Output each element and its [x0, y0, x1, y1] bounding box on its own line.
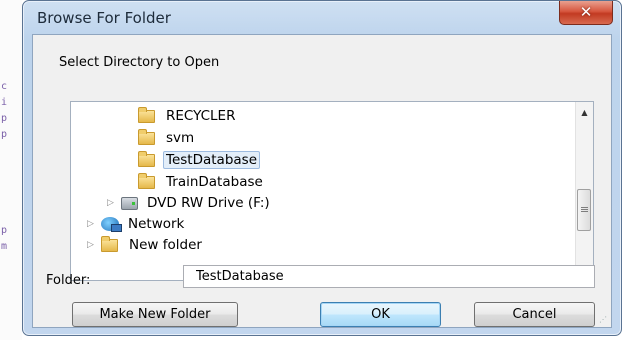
tree-item-label: New folder	[129, 237, 202, 253]
network-icon	[101, 217, 122, 232]
code-fragment: c	[1, 81, 8, 92]
folder-path-input[interactable]	[183, 265, 595, 288]
code-fragment: p	[1, 129, 8, 140]
dialog-client-area: Select Directory to Open RECYCLER svm Te…	[32, 34, 612, 328]
background-code-editor-strip: c i p p p m	[0, 0, 22, 340]
tree-item-testdatabase[interactable]: TestDatabase	[138, 150, 260, 170]
code-fragment: p	[1, 113, 8, 124]
tree-item-label: svm	[166, 130, 195, 146]
tree-item-label: TrainDatabase	[166, 174, 263, 190]
expand-arrow-icon[interactable]: ▷	[87, 240, 99, 250]
expand-arrow-icon[interactable]: ▷	[87, 219, 99, 229]
make-new-folder-button[interactable]: Make New Folder	[72, 302, 238, 327]
dialog-title: Browse For Folder	[37, 9, 171, 27]
tree-item-new-folder[interactable]: ▷ New folder	[87, 235, 205, 255]
folder-icon	[138, 106, 155, 123]
browse-for-folder-dialog: Browse For Folder ✕ Select Directory to …	[22, 0, 622, 336]
expand-arrow-icon[interactable]: ▷	[107, 198, 119, 208]
code-fragment: i	[1, 97, 8, 108]
folder-icon	[138, 128, 155, 145]
tree-item-label: Network	[128, 216, 185, 232]
scroll-up-arrow-icon[interactable]: ▲	[576, 104, 593, 121]
ok-button[interactable]: OK	[320, 302, 441, 327]
code-fragment: p	[1, 225, 8, 236]
scrollbar-grip-icon	[581, 207, 588, 208]
folder-tree-view[interactable]: RECYCLER svm TestDatabase TrainDatabase …	[70, 101, 594, 281]
tree-scrollbar[interactable]: ▲ ▼	[575, 102, 593, 280]
tree-item-traindatabase[interactable]: TrainDatabase	[138, 172, 266, 192]
folder-icon	[138, 150, 155, 167]
close-button[interactable]: ✕	[559, 1, 613, 25]
tree-item-svm[interactable]: svm	[138, 128, 197, 148]
scrollbar-thumb[interactable]	[577, 189, 591, 231]
dvd-drive-icon	[121, 196, 138, 210]
tree-item-recycler[interactable]: RECYCLER	[138, 106, 238, 126]
folder-field-label: Folder:	[46, 273, 91, 288]
tree-item-label: DVD RW Drive (F:)	[147, 195, 270, 211]
cancel-button[interactable]: Cancel	[474, 302, 595, 327]
tree-item-label: TestDatabase	[163, 151, 260, 169]
code-fragment: m	[1, 241, 8, 252]
folder-icon	[138, 172, 155, 189]
tree-item-dvd-drive[interactable]: ▷ DVD RW Drive (F:)	[107, 193, 273, 213]
dialog-prompt: Select Directory to Open	[59, 55, 220, 70]
close-icon: ✕	[579, 3, 593, 21]
tree-item-label: RECYCLER	[166, 108, 236, 124]
resize-grip-icon[interactable]: ⋰	[599, 315, 609, 325]
tree-item-network[interactable]: ▷ Network	[87, 214, 187, 234]
folder-icon	[101, 235, 118, 252]
